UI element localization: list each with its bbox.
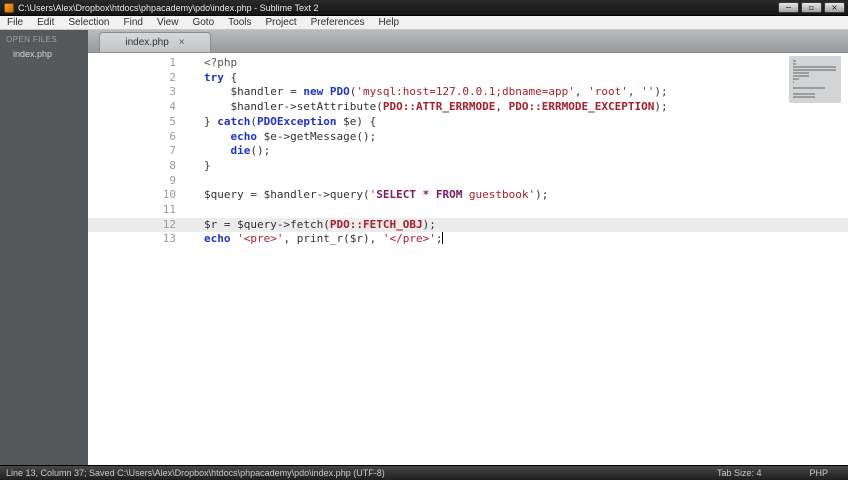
title-bar: C:\Users\Alex\Dropbox\htdocs\phpacademy\…: [0, 0, 848, 16]
code-line: 4 $handler->setAttribute(PDO::ATTR_ERRMO…: [88, 100, 848, 115]
line-number: 10: [162, 188, 176, 202]
main-region: OPEN FILES index.php index.php × 1 <?php 2…: [0, 30, 848, 465]
menu-file[interactable]: File: [0, 16, 30, 29]
code-text: echo '<pre>', print_r($r), '</pre>';: [204, 232, 444, 246]
code-text: try {: [204, 70, 238, 84]
line-number: 11: [162, 203, 176, 217]
status-bar: Line 13, Column 37; Saved C:\Users\Alex\…: [0, 465, 848, 480]
status-caret-position: Line 13, Column 37; Saved C:\Users\Alex\…: [6, 468, 385, 478]
menu-view[interactable]: View: [150, 16, 186, 29]
menu-selection[interactable]: Selection: [61, 16, 116, 29]
code-editor[interactable]: 1 <?php 2 try {3 $handler = new PDO('mysql:…: [88, 53, 848, 465]
code-text: }: [204, 158, 211, 172]
line-number: 2: [169, 70, 176, 84]
minimize-button[interactable]: −: [778, 2, 799, 13]
code-line: 5 } catch(PDOException $e) {: [88, 115, 848, 130]
code-text: die();: [230, 144, 271, 158]
code-line: 11: [88, 203, 848, 218]
open-file-item[interactable]: index.php: [0, 47, 88, 61]
tab-index-php[interactable]: index.php ×: [99, 32, 211, 52]
status-syntax[interactable]: PHP: [809, 468, 828, 478]
code-line: 6 echo $e->getMessage();: [88, 130, 848, 145]
tab-close-icon[interactable]: ×: [179, 37, 185, 48]
line-number: 8: [169, 158, 176, 172]
window-title: C:\Users\Alex\Dropbox\htdocs\phpacademy\…: [18, 2, 319, 13]
code-line: 10 $query = $handler->query('SELECT * FRO…: [88, 188, 848, 203]
tab-label: index.php: [125, 37, 169, 48]
code-line: 12 $r = $query->fetch(PDO::FETCH_OBJ);: [88, 217, 848, 233]
line-number: 6: [169, 129, 176, 143]
code-line: 8}: [88, 159, 848, 174]
close-button[interactable]: ×: [824, 2, 845, 13]
menu-bar: File Edit Selection Find View Goto Tools Projec…: [0, 16, 848, 30]
line-number: 9: [169, 173, 176, 187]
menu-find[interactable]: Find: [117, 16, 150, 29]
editor-column: index.php × 1 <?php 2 try {3 $handler = new…: [88, 30, 848, 465]
menu-preferences[interactable]: Preferences: [304, 16, 372, 29]
line-number: 1: [169, 56, 176, 69]
code-line: 2 try {: [88, 71, 848, 86]
code-text: } catch(PDOException $e) {: [204, 114, 377, 128]
line-number: 5: [169, 114, 176, 128]
code-text: echo $e->getMessage();: [230, 129, 377, 143]
tab-bar: index.php ×: [88, 30, 848, 53]
code-text: $handler->setAttribute(PDO::ATTR_ERRMODE…: [230, 100, 668, 114]
code-text: $handler = new PDO('mysql:host=127.0.0.1…: [230, 85, 668, 99]
sublime-app-icon: [4, 2, 14, 13]
status-tab-size[interactable]: Tab Size: 4: [717, 468, 762, 478]
line-number: 12: [162, 217, 176, 231]
line-number: 7: [169, 144, 176, 158]
code-area: 1 <?php 2 try {3 $handler = new PDO('mysql:…: [88, 56, 848, 247]
code-line: 1 <?php: [88, 56, 848, 71]
open-files-list: index.php: [0, 47, 88, 61]
minimap[interactable]: [789, 56, 841, 103]
code-line: 7 die();: [88, 144, 848, 159]
menu-help[interactable]: Help: [372, 16, 407, 29]
menu-edit[interactable]: Edit: [30, 16, 61, 29]
sidebar: OPEN FILES index.php: [0, 30, 88, 465]
code-line: 9: [88, 174, 848, 189]
menu-tools[interactable]: Tools: [221, 16, 258, 29]
line-number: 13: [162, 232, 176, 246]
menu-goto[interactable]: Goto: [185, 16, 221, 29]
line-number: 3: [169, 85, 176, 99]
sublime-window: C:\Users\Alex\Dropbox\htdocs\phpacademy\…: [0, 0, 848, 480]
code-line: 13 echo '<pre>', print_r($r), '</pre>';: [88, 232, 848, 247]
open-files-header: OPEN FILES: [6, 35, 58, 44]
line-number: 4: [169, 100, 176, 114]
window-controls: − ▫ ×: [778, 2, 845, 13]
code-text: <?php: [204, 56, 238, 69]
code-line: 3 $handler = new PDO('mysql:host=127.0.0…: [88, 85, 848, 100]
code-text: $r = $query->fetch(PDO::FETCH_OBJ);: [204, 217, 436, 231]
code-text: $query = $handler->query('SELECT * FROM …: [204, 188, 549, 202]
text-caret: [442, 232, 444, 245]
menu-project[interactable]: Project: [259, 16, 304, 29]
maximize-button[interactable]: ▫: [801, 2, 822, 13]
